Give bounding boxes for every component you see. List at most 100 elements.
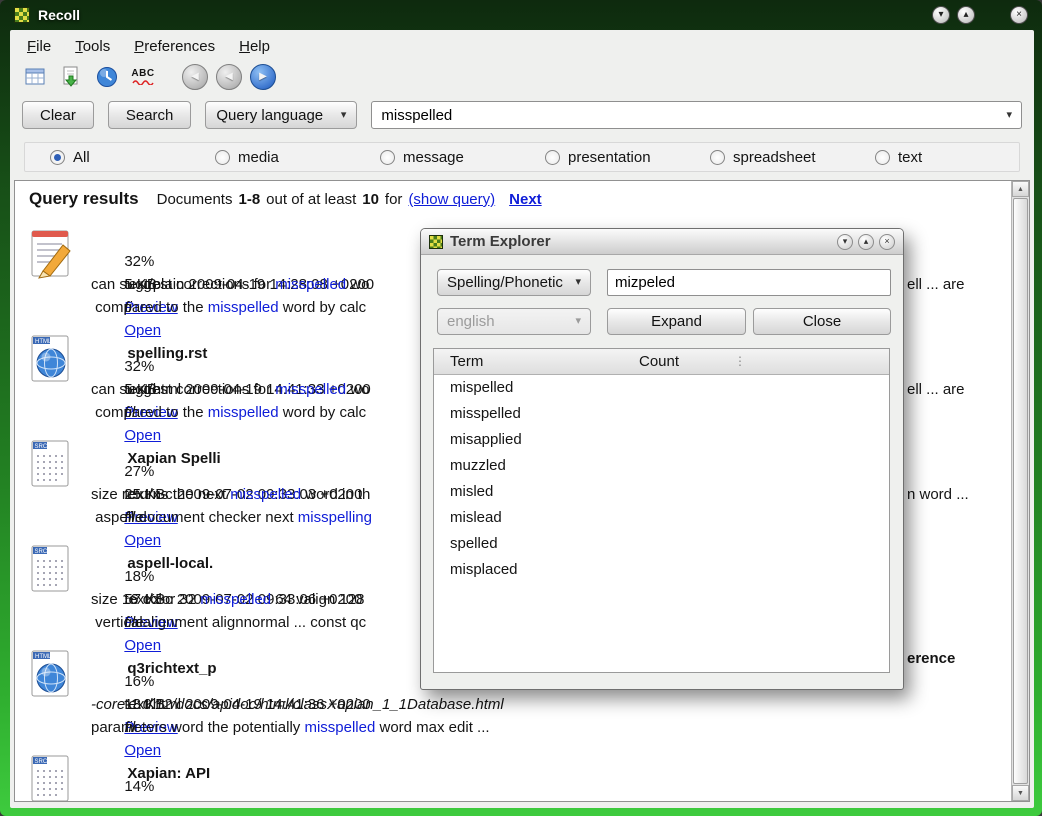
radio-icon[interactable] xyxy=(710,150,725,165)
menu-tools[interactable]: Tools xyxy=(70,37,115,56)
term-row[interactable]: mispelled xyxy=(434,375,889,401)
search-button[interactable]: Search xyxy=(108,101,192,129)
term-table-header[interactable]: Term Count ⋮ xyxy=(434,349,889,375)
result-total: 10 xyxy=(362,191,379,208)
dialog-shade-button[interactable]: ▾ xyxy=(837,234,853,250)
term-cell[interactable]: spelled xyxy=(434,531,639,557)
unshade-button[interactable]: ▴ xyxy=(957,6,975,24)
term-row[interactable]: misled xyxy=(434,479,889,505)
filter-label: spreadsheet xyxy=(733,149,816,166)
term-row[interactable]: mislead xyxy=(434,505,889,531)
term-row[interactable]: spelled xyxy=(434,531,889,557)
term-cell[interactable]: misspelled xyxy=(434,401,639,427)
prev-page-button[interactable]: ◀ xyxy=(216,64,242,90)
filter-option[interactable]: text xyxy=(850,149,1015,166)
dialog-unshade-button[interactable]: ▴ xyxy=(858,234,874,250)
svg-text:HTML: HTML xyxy=(35,339,52,345)
close-button[interactable]: Close xyxy=(753,308,891,335)
query-setup-icon[interactable] xyxy=(22,64,48,90)
result-text: 14% 5 KB Preview Open indexer.h text/x-c… xyxy=(91,752,1009,802)
term-column-header[interactable]: Term xyxy=(434,353,639,370)
column-resize-handle[interactable]: ⋮ xyxy=(734,352,746,371)
window-close-button[interactable]: × xyxy=(1010,6,1028,24)
menu-file[interactable]: File xyxy=(22,37,56,56)
result-range: 1-8 xyxy=(238,191,260,208)
history-clock-icon[interactable] xyxy=(94,64,120,90)
term-cell[interactable]: mislead xyxy=(434,505,639,531)
radio-icon[interactable] xyxy=(380,150,395,165)
chevron-down-icon[interactable]: ▾ xyxy=(1006,110,1012,121)
result-meta: text/x-c 2009-07-02 09:33:06 +0200 file:… xyxy=(91,775,1009,798)
clear-button[interactable]: Clear xyxy=(22,101,94,129)
result-headline: 14% 5 KB Preview Open indexer.h xyxy=(91,752,1009,775)
for-word: for xyxy=(385,191,403,208)
svg-text:HTML: HTML xyxy=(35,654,52,660)
term-cell[interactable]: misapplied xyxy=(434,427,639,453)
save-query-icon[interactable] xyxy=(58,64,84,90)
menu-help[interactable]: Help xyxy=(234,37,275,56)
filter-option[interactable]: All xyxy=(25,149,190,166)
radio-icon[interactable] xyxy=(215,150,230,165)
term-cell[interactable]: misled xyxy=(434,479,639,505)
file-type-icon: SRC xyxy=(29,752,91,802)
filter-label: presentation xyxy=(568,149,651,166)
shade-button[interactable]: ▾ xyxy=(932,6,950,24)
query-mode-combobox[interactable]: Query language ▾ xyxy=(205,101,357,129)
filter-option[interactable]: media xyxy=(190,149,355,166)
expand-button[interactable]: Expand xyxy=(607,308,746,335)
mime-and-date: text/x-c 2009-07-02 09:33:06 +0200 xyxy=(124,801,362,802)
term-list: mispelled misspelled misapplied muzzled … xyxy=(434,375,889,583)
radio-icon[interactable] xyxy=(875,150,890,165)
language-combobox[interactable]: english ▾ xyxy=(437,308,591,335)
query-mode-value: Query language xyxy=(216,107,323,124)
filter-row: All media message presentation spreadshe… xyxy=(24,142,1020,172)
docs-word: Documents xyxy=(157,191,233,208)
of-text: out of at least xyxy=(266,191,356,208)
menu-preferences[interactable]: Preferences xyxy=(129,37,220,56)
term-row[interactable]: misplaced xyxy=(434,557,889,583)
abc-label: ABC xyxy=(131,69,154,79)
term-cell[interactable]: misplaced xyxy=(434,557,639,583)
next-page-button[interactable]: ▶ xyxy=(250,64,276,90)
filter-option[interactable]: spreadsheet xyxy=(685,149,850,166)
show-query-link[interactable]: (show query) xyxy=(408,191,495,208)
count-column-header[interactable]: Count xyxy=(639,353,679,370)
file-size: 5 KB xyxy=(124,801,157,802)
first-page-button[interactable]: ◀ xyxy=(182,64,208,90)
dialog-close-button[interactable]: × xyxy=(879,234,895,250)
window-controls: ▾ ▴ × xyxy=(932,6,1028,24)
filter-option[interactable]: message xyxy=(355,149,520,166)
next-page-link[interactable]: Next xyxy=(509,191,542,208)
scroll-up-button[interactable]: ▲ xyxy=(1012,181,1029,197)
window-title: Recoll xyxy=(38,7,80,23)
scroll-down-button[interactable]: ▼ xyxy=(1012,785,1029,801)
filter-option[interactable]: presentation xyxy=(520,149,685,166)
results-header: Query results Documents 1-8 out of at le… xyxy=(29,189,1009,209)
expansion-mode-value: Spelling/Phonetic xyxy=(447,274,563,291)
query-input[interactable] xyxy=(381,107,1006,124)
radio-icon[interactable] xyxy=(545,150,560,165)
expansion-mode-combobox[interactable]: Spelling/Phonetic ▾ xyxy=(437,269,591,296)
filter-label: message xyxy=(403,149,464,166)
dialog-titlebar[interactable]: Term Explorer ▾ ▴ × xyxy=(421,229,903,255)
scroll-thumb[interactable] xyxy=(1013,198,1028,784)
chevron-down-icon: ▾ xyxy=(575,277,581,288)
term-row[interactable]: muzzled xyxy=(434,453,889,479)
chevron-down-icon: ▾ xyxy=(575,316,581,327)
dialog-title: Term Explorer xyxy=(450,233,551,250)
term-cell[interactable]: muzzled xyxy=(434,453,639,479)
dialog-icon xyxy=(429,235,443,249)
chevron-down-icon: ▾ xyxy=(341,110,347,121)
result-snippet: parameters word the potentially misspell… xyxy=(91,716,1009,739)
results-scrollbar[interactable]: ▲ ▼ xyxy=(1011,181,1029,801)
term-row[interactable]: misspelled xyxy=(434,401,889,427)
term-input[interactable] xyxy=(607,269,891,296)
spellcheck-icon[interactable]: ABC xyxy=(130,64,156,90)
term-row[interactable]: misapplied xyxy=(434,427,889,453)
file-type-icon: HTML xyxy=(29,332,91,424)
radio-icon[interactable] xyxy=(50,150,65,165)
query-combobox[interactable]: ▾ xyxy=(371,101,1022,129)
file-type-icon: SRC xyxy=(29,542,91,634)
titlebar[interactable]: Recoll ▾ ▴ × xyxy=(0,0,1042,30)
term-cell[interactable]: mispelled xyxy=(434,375,639,401)
